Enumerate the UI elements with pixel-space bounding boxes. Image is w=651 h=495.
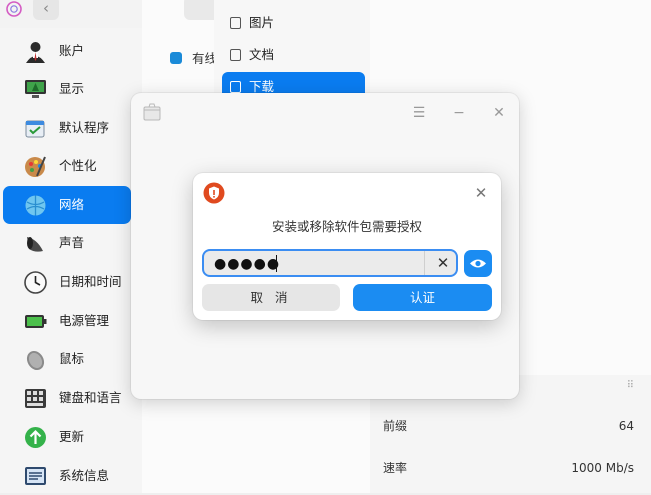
sidebar-item-label: 系统信息 xyxy=(59,468,110,483)
sidebar-item-label: 更新 xyxy=(59,429,85,444)
close-icon[interactable]: ✕ xyxy=(487,101,511,125)
package-icon xyxy=(143,103,161,121)
detail-row-speed: 速率 1000 Mb/s xyxy=(370,450,651,486)
app-logo-icon xyxy=(6,1,22,17)
cancel-button[interactable]: 取 消 xyxy=(202,284,340,311)
sound-icon xyxy=(27,237,43,252)
chevron-left-icon: ‹ xyxy=(43,0,49,17)
sidebar-item-label: 个性化 xyxy=(59,158,97,173)
file-picker-places: 图片 文档 下载 xyxy=(214,0,370,102)
auth-dialog: ✕ 安装或移除软件包需要授权 ●●●●● ✕ 取 消 认证 xyxy=(193,173,501,320)
sidebar-item-label: 键盘和语言 xyxy=(59,390,122,405)
detail-row-prefix: 前缀 64 xyxy=(370,408,651,444)
network-icon xyxy=(25,195,46,216)
document-icon xyxy=(230,49,241,61)
authenticate-button[interactable]: 认证 xyxy=(353,284,492,311)
sidebar-item-system-info[interactable]: 系统信息 xyxy=(3,457,131,495)
clock-icon xyxy=(24,271,47,294)
detail-key: 速率 xyxy=(383,461,408,475)
ethernet-icon xyxy=(170,52,182,64)
text-caret xyxy=(276,255,277,272)
shield-icon xyxy=(203,182,225,204)
sidebar-item-label: 显示 xyxy=(59,81,85,96)
mouse-icon xyxy=(26,350,45,371)
sidebar-item-label: 账户 xyxy=(59,43,85,58)
personalization-icon xyxy=(25,156,46,177)
minimize-icon[interactable]: − xyxy=(447,101,471,125)
account-icon xyxy=(26,42,45,63)
sidebar-item-label: 鼠标 xyxy=(59,351,85,366)
sidebar-item-label: 网络 xyxy=(59,197,85,212)
sidebar-item-update[interactable]: 更新 xyxy=(3,418,131,456)
password-field[interactable]: ●●●●● ✕ xyxy=(202,249,458,277)
eye-icon xyxy=(470,259,486,268)
dialog-close-icon[interactable]: ✕ xyxy=(471,183,491,203)
sidebar-item-datetime[interactable]: 日期和时间 xyxy=(3,263,131,301)
settings-sidebar: 账户 显示 默认程序 个性化 网络 声音 日期和时间 电源管理 鼠标 键盘和语言… xyxy=(0,28,142,493)
battery-icon xyxy=(25,315,47,328)
sidebar-item-display[interactable]: 显示 xyxy=(3,70,131,108)
sidebar-item-account[interactable]: 账户 xyxy=(3,32,131,70)
place-item-documents[interactable]: 文档 xyxy=(222,40,365,70)
detail-value: 1000 Mb/s xyxy=(571,461,634,475)
clear-icon[interactable]: ✕ xyxy=(424,251,461,275)
update-icon xyxy=(25,427,46,448)
titlebar-strip: ‹ xyxy=(0,0,142,28)
menu-icon[interactable]: ☰ xyxy=(407,101,431,125)
sidebar-item-label: 电源管理 xyxy=(59,313,110,328)
place-item-pictures[interactable]: 图片 xyxy=(222,8,365,38)
sidebar-item-sound[interactable]: 声音 xyxy=(3,224,131,262)
picture-icon xyxy=(230,17,241,29)
sidebar-item-label: 声音 xyxy=(59,235,85,250)
sidebar-item-personalization[interactable]: 个性化 xyxy=(3,147,131,185)
download-icon xyxy=(230,81,241,93)
sidebar-item-label: 默认程序 xyxy=(59,120,110,135)
dialog-title: 安装或移除软件包需要授权 xyxy=(271,219,422,234)
sidebar-item-label: 日期和时间 xyxy=(59,274,122,289)
sidebar-item-power[interactable]: 电源管理 xyxy=(3,302,131,340)
detail-value: 64 xyxy=(618,419,634,433)
wired-network-item[interactable]: 有线 xyxy=(170,48,217,67)
back-button[interactable]: ‹ xyxy=(33,0,59,20)
drag-handle-icon[interactable]: ⠿ xyxy=(627,380,634,391)
keyboard-icon xyxy=(25,389,46,408)
detail-key: 前缀 xyxy=(383,419,408,433)
sidebar-item-keyboard[interactable]: 键盘和语言 xyxy=(3,379,131,417)
system-info-icon xyxy=(25,467,46,485)
sidebar-item-default-apps[interactable]: 默认程序 xyxy=(3,109,131,147)
sidebar-item-network[interactable]: 网络 xyxy=(3,186,131,224)
place-label: 图片 xyxy=(249,15,275,30)
sidebar-item-mouse[interactable]: 鼠标 xyxy=(3,340,131,378)
place-label: 文档 xyxy=(249,47,275,62)
show-password-button[interactable] xyxy=(464,250,492,277)
default-apps-icon xyxy=(25,120,45,138)
password-value: ●●●●● xyxy=(214,256,281,272)
display-icon xyxy=(25,80,46,98)
